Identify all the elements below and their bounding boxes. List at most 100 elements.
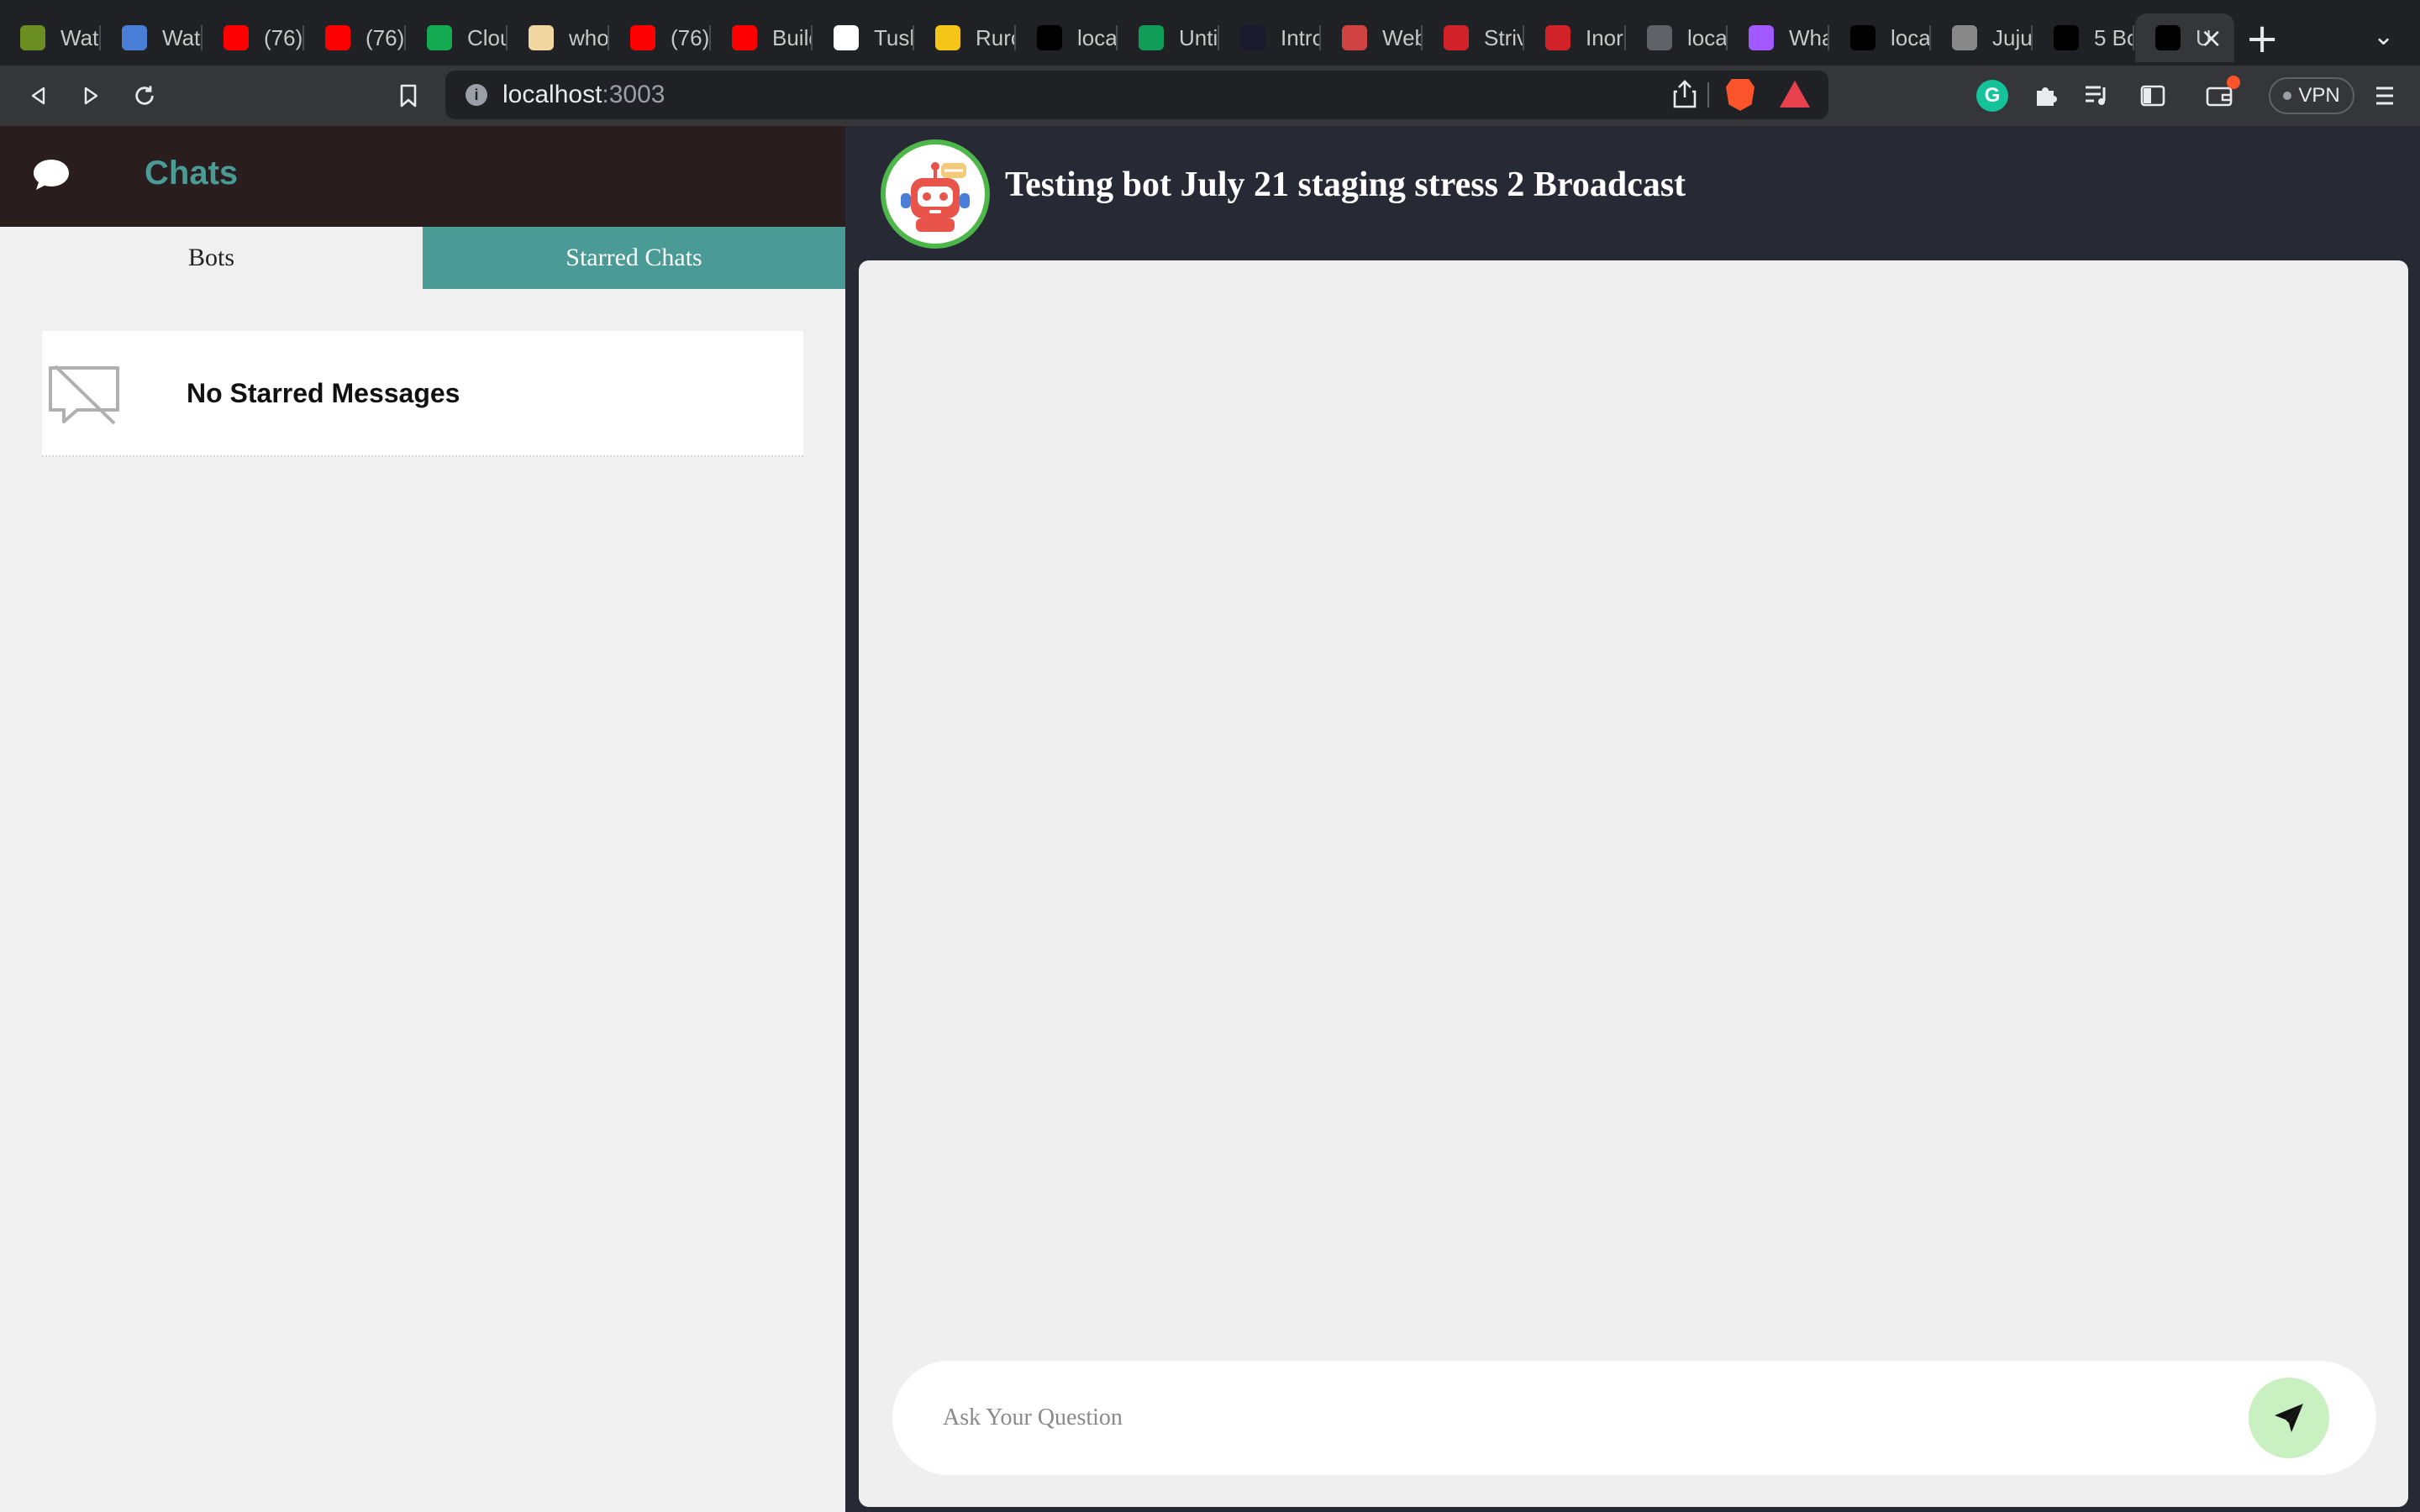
menu-icon[interactable] bbox=[2368, 79, 2402, 113]
sidebar-tabs: Bots Starred Chats bbox=[0, 227, 845, 289]
tab-title: Tush bbox=[874, 24, 914, 50]
tab-search-chevron-icon[interactable]: ⌄ bbox=[2373, 22, 2394, 51]
tab-starred-chats[interactable]: Starred Chats bbox=[423, 227, 845, 289]
mongodb-leaf-favicon-icon bbox=[427, 25, 452, 50]
tab-title: Ruro bbox=[976, 24, 1016, 50]
url-text[interactable]: localhost:3003 bbox=[502, 81, 665, 109]
browser-tab[interactable]: Watc bbox=[102, 13, 203, 62]
browser-tab-strip: + ⌄ Watc Watc (76) (76) Clou who (76) Build Tush… bbox=[0, 0, 2420, 66]
tab-title: Wha bbox=[1789, 24, 1829, 50]
send-button[interactable] bbox=[2249, 1378, 2329, 1458]
tab-title: loca bbox=[1891, 24, 1931, 50]
tab-title: Unti bbox=[1179, 24, 1218, 50]
tab-title: Juju bbox=[1992, 24, 2033, 50]
vercel-favicon-icon bbox=[2155, 25, 2181, 50]
vercel-favicon-icon bbox=[1647, 25, 1672, 50]
address-bar[interactable]: i localhost:3003 bbox=[445, 71, 1828, 119]
bot-avatar[interactable] bbox=[881, 139, 990, 249]
tab-separator bbox=[1116, 25, 1118, 50]
browser-tab[interactable]: loca bbox=[1627, 13, 1728, 62]
site-info-icon[interactable]: i bbox=[466, 84, 487, 106]
medium-favicon-icon bbox=[2054, 25, 2079, 50]
empty-state-card: No Starred Messages bbox=[42, 331, 803, 457]
tuf-favicon-icon bbox=[1545, 25, 1570, 50]
wallet-notification-badge bbox=[2227, 76, 2240, 89]
browser-tab[interactable]: (76) bbox=[610, 13, 711, 62]
tab-title: Clou bbox=[467, 24, 508, 50]
empty-state-message: No Starred Messages bbox=[187, 378, 460, 408]
forward-icon[interactable] bbox=[74, 79, 108, 113]
sheets-favicon-icon bbox=[1139, 25, 1164, 50]
browser-tab[interactable]: Striv bbox=[1423, 13, 1524, 62]
browser-tab[interactable]: who bbox=[508, 13, 609, 62]
browser-tab[interactable]: (76) bbox=[203, 13, 304, 62]
browser-toolbar: i localhost:3003 G VPN bbox=[0, 66, 2420, 126]
vercel-favicon-icon bbox=[1850, 25, 1876, 50]
tab-separator bbox=[1828, 25, 1829, 50]
browser-tab[interactable]: (76) bbox=[305, 13, 406, 62]
vercel-favicon-icon bbox=[1037, 25, 1062, 50]
chat-messages-area bbox=[859, 260, 2408, 1507]
browser-tab[interactable]: Watc bbox=[0, 13, 101, 62]
browser-tab[interactable]: Ruro bbox=[915, 13, 1016, 62]
circle-favicon-icon bbox=[1240, 25, 1265, 50]
browser-tab[interactable]: Web bbox=[1322, 13, 1423, 62]
browser-tab[interactable]: Unti bbox=[1118, 13, 1219, 62]
browser-tab[interactable]: Inord bbox=[1525, 13, 1626, 62]
sidebar-toggle-icon[interactable] bbox=[2136, 79, 2170, 113]
pikachu-favicon-icon bbox=[935, 25, 960, 50]
tab-separator bbox=[1929, 25, 1931, 50]
bookmark-icon[interactable] bbox=[392, 79, 425, 113]
chat-header: Testing bot July 21 staging stress 2 Bro… bbox=[849, 126, 2420, 260]
reload-icon[interactable] bbox=[128, 79, 161, 113]
tab-title: (76) bbox=[366, 24, 405, 50]
new-tab-button[interactable]: + bbox=[2245, 18, 2279, 59]
brave-shields-icon[interactable] bbox=[1726, 79, 1754, 111]
tab-title: Intro bbox=[1281, 24, 1321, 50]
tab-separator bbox=[201, 25, 203, 50]
youtube-favicon-icon bbox=[630, 25, 655, 50]
youtube-favicon-icon bbox=[325, 25, 350, 50]
chat-panel: Testing bot July 21 staging stress 2 Bro… bbox=[849, 126, 2420, 1512]
browser-tab[interactable]: Clou bbox=[407, 13, 508, 62]
tab-title: Web bbox=[1382, 24, 1423, 50]
tab-title: Watc bbox=[162, 24, 203, 50]
vpn-button[interactable]: VPN bbox=[2269, 77, 2354, 114]
tab-title: Inord bbox=[1586, 24, 1626, 50]
youtube-favicon-icon bbox=[732, 25, 757, 50]
tab-title: loca bbox=[1077, 24, 1118, 50]
browser-tab[interactable]: Intro bbox=[1220, 13, 1321, 62]
tab-title: Watc bbox=[60, 24, 101, 50]
brave-rewards-icon[interactable] bbox=[1780, 81, 1810, 108]
tab-title: Build bbox=[772, 24, 813, 50]
omnibox-divider bbox=[1707, 82, 1709, 108]
question-input[interactable] bbox=[943, 1391, 2203, 1445]
tab-separator bbox=[302, 25, 304, 50]
back-icon[interactable] bbox=[22, 79, 55, 113]
browser-tab[interactable]: Tush bbox=[813, 13, 914, 62]
browser-tab[interactable]: 5 Bo bbox=[2033, 13, 2134, 62]
figma-favicon-icon bbox=[1749, 25, 1774, 50]
browser-tab[interactable]: Wha bbox=[1728, 13, 1829, 62]
robot-icon bbox=[901, 162, 970, 232]
browser-tab[interactable]: loca bbox=[1017, 13, 1118, 62]
browser-tab-active[interactable]: U × bbox=[2135, 13, 2234, 62]
grammarly-extension-icon[interactable]: G bbox=[1976, 80, 2008, 112]
tab-separator bbox=[1523, 25, 1524, 50]
browser-tab[interactable]: Build bbox=[712, 13, 813, 62]
send-icon bbox=[2275, 1404, 2303, 1432]
vpn-label: VPN bbox=[2298, 84, 2340, 107]
extensions-puzzle-icon[interactable] bbox=[2028, 79, 2062, 113]
tab-bots[interactable]: Bots bbox=[0, 227, 423, 289]
close-tab-icon[interactable]: × bbox=[2200, 22, 2223, 54]
browser-tab[interactable]: loca bbox=[1830, 13, 1931, 62]
media-playlist-icon[interactable] bbox=[2081, 79, 2114, 113]
tab-separator bbox=[99, 25, 101, 50]
tab-separator bbox=[2133, 25, 2134, 50]
sidebar-header: Chats bbox=[0, 126, 845, 227]
share-icon[interactable] bbox=[1672, 79, 1697, 113]
tab-separator bbox=[404, 25, 406, 50]
tab-title: Striv bbox=[1484, 24, 1524, 50]
tab-separator bbox=[506, 25, 508, 50]
browser-tab[interactable]: Juju bbox=[1932, 13, 2033, 62]
